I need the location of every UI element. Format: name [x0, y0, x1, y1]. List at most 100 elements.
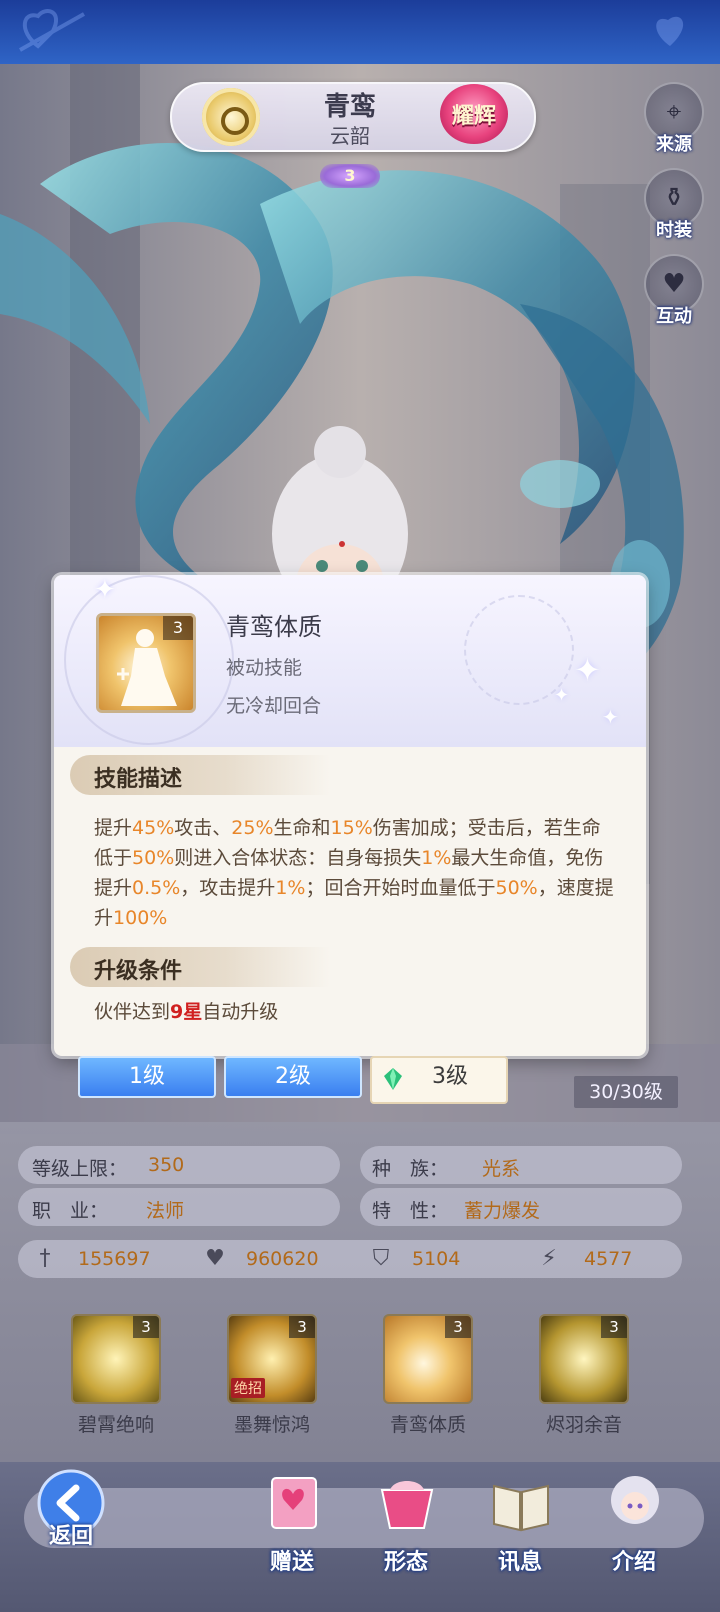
skill-name: 烬羽余音: [545, 1414, 622, 1436]
upgrade-suffix: 自动升级: [202, 1001, 279, 1023]
race-value: 光系: [482, 1158, 521, 1180]
desc-text: 提升: [94, 817, 133, 839]
attributes-row: † 155697 ♥ 960620 ⛉ 5104 ⚡ 4577: [18, 1240, 682, 1278]
desc-text: ，攻击提升: [180, 877, 276, 899]
defense-value: 5104: [412, 1248, 461, 1270]
race-label: 种 族：: [372, 1158, 449, 1180]
butterfly-skill-icon: 3: [539, 1314, 629, 1404]
skill-level: 3: [289, 1316, 315, 1338]
level-tab-1[interactable]: 1级: [78, 1056, 216, 1098]
nav-intro-label: 介绍: [611, 1550, 656, 1575]
skill-type: 被动技能: [226, 657, 303, 679]
desc-highlight-value: 15%: [330, 817, 373, 839]
silhouette-skill-icon: 3: [383, 1314, 473, 1404]
nav-gift-label: 赠送: [269, 1550, 314, 1575]
heart-icon: ♥: [205, 1246, 225, 1271]
shield-icon: ⛉: [372, 1246, 390, 1271]
sparkle-icon: ✦: [602, 705, 619, 729]
skill-name: 青鸾体质: [226, 613, 322, 641]
element-sun-icon: [202, 88, 260, 146]
skill-level: 3: [133, 1316, 159, 1338]
job-label: 职 业：: [32, 1200, 109, 1222]
skill-level: 3: [445, 1316, 471, 1338]
upgrade-prefix: 伙伴达到: [94, 1001, 171, 1023]
level-tab-3-label: 3级: [432, 1064, 468, 1089]
nav-form-label: 形态: [383, 1550, 428, 1575]
skill-name: 墨舞惊鸿: [233, 1414, 310, 1436]
top-bar: [0, 0, 720, 64]
hero-subtitle: 云韶: [330, 124, 370, 148]
desc-highlight-value: 1%: [421, 847, 452, 869]
boot-speed-icon: ⚡: [541, 1246, 557, 1271]
desc-highlight-value: 25%: [231, 817, 274, 839]
sparkle-icon: ✦: [554, 685, 570, 706]
wings-skill-icon: 3 绝招: [227, 1314, 317, 1404]
skill-slot-1[interactable]: 3 碧霄绝响: [66, 1314, 166, 1436]
sword-icon: †: [39, 1246, 51, 1271]
level-cap-value: 350: [148, 1154, 185, 1176]
desc-highlight-value: 1%: [275, 877, 306, 899]
desc-highlight-value: 45%: [132, 817, 175, 839]
sparkle-icon: ✦: [94, 575, 116, 605]
phoenix-skill-icon: 3: [71, 1314, 161, 1404]
hp-value: 960620: [246, 1248, 319, 1270]
gem-icon: [384, 1068, 402, 1090]
skill-header: ✦ ✦ ✦ ✦ 3 青鸾体质 被动技能 无冷却回合: [54, 575, 646, 747]
skill-slot-4[interactable]: 3 烬羽余音: [534, 1314, 634, 1436]
star-level-badge: 3: [320, 164, 380, 188]
skill-detail-popup[interactable]: ✦ ✦ ✦ ✦ 3 青鸾体质 被动技能 无冷却回合 技能描述 提升45%攻击、2…: [54, 575, 646, 1056]
skill-description: 提升45%攻击、25%生命和15%伤害加成；受击后，若生命低于50%则进入合体状…: [94, 813, 614, 933]
back-label: 返回: [48, 1524, 93, 1549]
heart-arrow-decoration-icon: [19, 9, 85, 52]
upgrade-header: 升级条件: [70, 947, 330, 987]
desc-highlight-value: 50%: [132, 847, 175, 869]
race-row: 种 族： 光系: [360, 1146, 682, 1184]
attack-value: 155697: [78, 1248, 151, 1270]
back-button[interactable]: 返回: [36, 1468, 106, 1549]
costume-button[interactable]: ⚱ 时装: [644, 168, 704, 242]
level-cap-label: 等级上限：: [32, 1158, 128, 1180]
skill-name: 碧霄绝响: [77, 1414, 154, 1436]
hero-name: 青鸾: [323, 92, 376, 122]
level-cap-row: 等级上限： 350: [18, 1146, 340, 1184]
nav-intro[interactable]: 介绍: [578, 1470, 690, 1580]
interact-label: 互动: [656, 306, 692, 327]
upgrade-condition: 伙伴达到9星自动升级: [94, 997, 278, 1024]
job-row: 职 业： 法师: [18, 1188, 340, 1226]
trait-value: 蓄力爆发: [464, 1200, 541, 1222]
heart-decoration-icon: [656, 16, 684, 46]
character-avatar-icon: [611, 1476, 659, 1524]
trait-label: 特 性：: [372, 1200, 449, 1222]
costume-label: 时装: [656, 220, 692, 241]
upgrade-header-label: 升级条件: [94, 959, 183, 984]
level-tab-3[interactable]: 3级: [370, 1056, 508, 1104]
skill-slot-3[interactable]: 3 青鸾体质: [378, 1314, 478, 1436]
desc-text: 则进入合体状态：自身每损失: [174, 847, 422, 869]
trait-row: 特 性： 蓄力爆发: [360, 1188, 682, 1226]
upgrade-star-requirement: 9星: [170, 1001, 203, 1023]
rank-badge: 耀辉: [440, 84, 508, 144]
level-tab-2[interactable]: 2级: [224, 1056, 362, 1098]
sparkle-icon: ✦: [574, 651, 601, 689]
gift-card-icon: [271, 1477, 317, 1529]
skill-level: 3: [601, 1316, 627, 1338]
skill-slot-2[interactable]: 3 绝招 墨舞惊鸿: [222, 1314, 322, 1436]
desc-text: ；回合开始时血量低于: [305, 877, 496, 899]
source-label: 来源: [656, 134, 692, 155]
desc-highlight-value: 50%: [495, 877, 538, 899]
interact-button[interactable]: ♥ 互动: [644, 254, 704, 328]
nav-info-label: 讯息: [497, 1550, 542, 1575]
skill-icon: 3: [96, 613, 196, 713]
source-button[interactable]: ⌖ 来源: [644, 82, 704, 156]
skill-cooldown: 无冷却回合: [226, 695, 322, 717]
nav-info[interactable]: 讯息: [464, 1470, 576, 1580]
desc-text: 生命和: [273, 817, 331, 839]
nav-form[interactable]: 形态: [350, 1470, 462, 1580]
desc-highlight-value: 0.5%: [132, 877, 181, 899]
dress-icon: [380, 1481, 434, 1529]
job-value: 法师: [146, 1200, 185, 1222]
description-header: 技能描述: [70, 755, 330, 795]
nav-gift[interactable]: 赠送: [236, 1470, 348, 1580]
book-icon: [493, 1484, 549, 1532]
ultimate-tag: 绝招: [231, 1378, 265, 1398]
